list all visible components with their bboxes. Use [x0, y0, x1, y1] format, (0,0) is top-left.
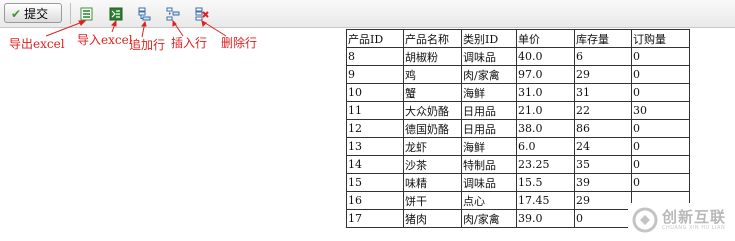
- annotation-delete: 删除行: [221, 36, 258, 50]
- header-stock: 库存量: [574, 29, 632, 48]
- table-row[interactable]: 15 味精 调味品 15.5 39 0: [346, 173, 690, 192]
- watermark: 创新互联 CHUANG XIN HU LIAN: [628, 203, 732, 237]
- table-cell[interactable]: 0: [631, 155, 690, 174]
- table-cell[interactable]: 29: [574, 191, 632, 210]
- table-cell[interactable]: 蟹: [403, 83, 462, 102]
- table-row[interactable]: 8 胡椒粉 调味品 40.0 6 0: [346, 47, 690, 66]
- table-cell[interactable]: 15: [346, 173, 404, 192]
- table-cell[interactable]: 17: [346, 209, 404, 228]
- table-cell[interactable]: 味精: [403, 173, 462, 192]
- table-cell[interactable]: 31.0: [516, 83, 575, 102]
- table-cell[interactable]: 11: [346, 101, 404, 120]
- table-cell[interactable]: 31: [574, 83, 632, 102]
- table-cell[interactable]: 17.45: [516, 191, 575, 210]
- table-cell[interactable]: 0: [631, 173, 690, 192]
- annotation-insert: 插入行: [171, 36, 208, 50]
- table-cell[interactable]: 日用品: [461, 119, 517, 138]
- table-row[interactable]: 10 蟹海鲜 31.0 31 0: [346, 83, 690, 102]
- table-cell[interactable]: 肉/家禽: [461, 209, 517, 228]
- table-cell[interactable]: 86: [574, 119, 632, 138]
- table-row[interactable]: 11 大众奶酪 日用品 21.0 22 30: [346, 101, 690, 120]
- table-cell[interactable]: 8: [346, 47, 404, 66]
- header-category-id: 类别ID: [461, 29, 517, 48]
- table-cell[interactable]: 15.5: [516, 173, 575, 192]
- table-cell[interactable]: 调味品: [461, 173, 517, 192]
- annotation-append: 追加行: [129, 38, 166, 52]
- table-cell[interactable]: 24: [574, 137, 632, 156]
- table-cell[interactable]: 日用品: [461, 101, 517, 120]
- table-cell[interactable]: 35: [574, 155, 632, 174]
- table-cell[interactable]: 0: [574, 209, 632, 228]
- table-cell[interactable]: 16: [346, 191, 404, 210]
- table-body: 8 胡椒粉 调味品 40.0 6 0 9 鸡肉/家禽 97.0 29 0 10 蟹海鲜 31.0 31 0 11…: [346, 47, 690, 228]
- table-cell[interactable]: 39.0: [516, 209, 575, 228]
- table-cell[interactable]: 40.0: [516, 47, 575, 66]
- table-cell[interactable]: 97.0: [516, 65, 575, 84]
- table-cell[interactable]: 9: [346, 65, 404, 84]
- table-cell[interactable]: 特制品: [461, 155, 517, 174]
- table-row[interactable]: 13 龙虾 海鲜 6.0 24 0: [346, 137, 690, 156]
- table-cell[interactable]: 22: [574, 101, 632, 120]
- table-cell[interactable]: 点心: [461, 191, 517, 210]
- table-cell[interactable]: 13: [346, 137, 404, 156]
- table-cell[interactable]: 沙茶: [403, 155, 462, 174]
- table-cell[interactable]: 0: [631, 47, 690, 66]
- table-cell[interactable]: 23.25: [516, 155, 575, 174]
- table-cell[interactable]: 21.0: [516, 101, 575, 120]
- watermark-logo-icon: [632, 207, 658, 233]
- header-product-name: 产品名称: [403, 29, 462, 48]
- table-row[interactable]: 14 沙茶 特制品 23.25 35 0: [346, 155, 690, 174]
- table-cell[interactable]: 39: [574, 173, 632, 192]
- header-product-id: 产品ID: [346, 29, 404, 48]
- annotation-import: 导入excel: [77, 33, 133, 47]
- table-cell[interactable]: 大众奶酪: [403, 101, 462, 120]
- header-order-qty: 订购量: [631, 29, 690, 48]
- table-cell[interactable]: 12: [346, 119, 404, 138]
- table-cell[interactable]: 调味品: [461, 47, 517, 66]
- table-cell[interactable]: 猪肉: [403, 209, 462, 228]
- product-table: 产品ID 产品名称 类别ID 单价 库存量 订购量 8 胡椒粉 调味品 40.0 6 0 9…: [346, 29, 690, 228]
- table-cell[interactable]: 肉/家禽: [461, 65, 517, 84]
- table-cell[interactable]: 6.0: [516, 137, 575, 156]
- table-cell[interactable]: 30: [631, 101, 690, 120]
- watermark-text: 创新互联: [662, 208, 727, 226]
- table-cell[interactable]: 海鲜: [461, 83, 517, 102]
- table-cell[interactable]: 6: [574, 47, 632, 66]
- table-cell[interactable]: 饼干: [403, 191, 462, 210]
- table-cell[interactable]: 胡椒粉: [403, 47, 462, 66]
- table-cell[interactable]: 0: [631, 137, 690, 156]
- table-cell[interactable]: 鸡: [403, 65, 462, 84]
- table-row[interactable]: 12 德国奶酪 日用品 38.0 86 0: [346, 119, 690, 138]
- table-cell[interactable]: 14: [346, 155, 404, 174]
- table-cell[interactable]: 38.0: [516, 119, 575, 138]
- table-cell[interactable]: 29: [574, 65, 632, 84]
- table-cell[interactable]: 10: [346, 83, 404, 102]
- table-cell[interactable]: 0: [631, 119, 690, 138]
- table-cell[interactable]: 德国奶酪: [403, 119, 462, 138]
- table-row[interactable]: 9 鸡肉/家禽 97.0 29 0: [346, 65, 690, 84]
- table-cell[interactable]: 龙虾: [403, 137, 462, 156]
- watermark-subtext: CHUANG XIN HU LIAN: [662, 225, 726, 231]
- table-cell[interactable]: 海鲜: [461, 137, 517, 156]
- annotation-export: 导出excel: [9, 37, 65, 51]
- table-cell[interactable]: 0: [631, 65, 690, 84]
- table-header-row: 产品ID 产品名称 类别ID 单价 库存量 订购量: [346, 29, 690, 48]
- table-cell[interactable]: 0: [631, 83, 690, 102]
- header-unit-price: 单价: [516, 29, 575, 48]
